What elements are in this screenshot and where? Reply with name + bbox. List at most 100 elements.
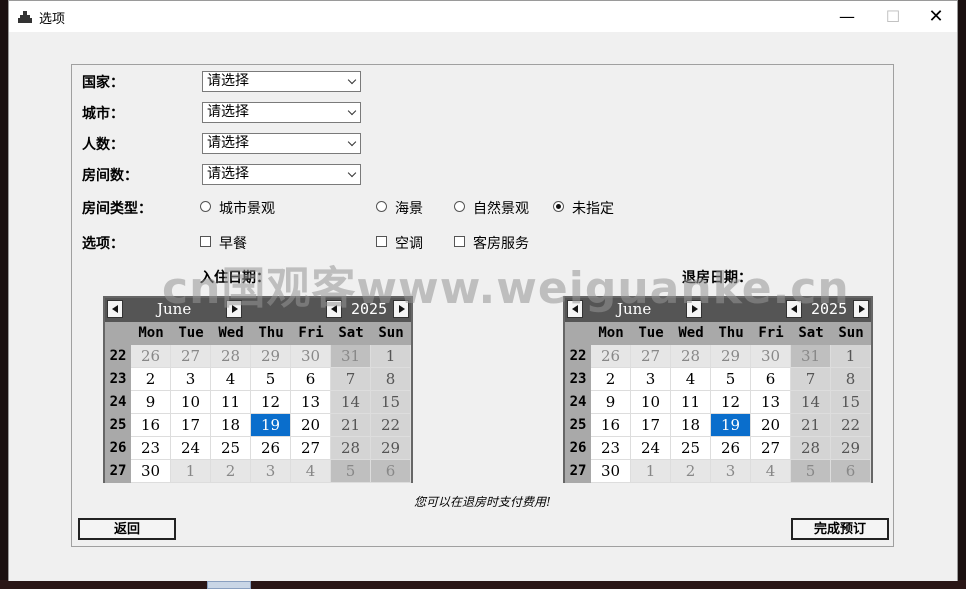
calendar-day[interactable]: 30 xyxy=(751,345,791,368)
calendar-day[interactable]: 4 xyxy=(671,368,711,391)
calendar-day[interactable]: 22 xyxy=(371,414,411,437)
checkbox-air-conditioning[interactable] xyxy=(376,236,387,247)
calendar-day[interactable]: 26 xyxy=(131,345,171,368)
back-button[interactable]: 返回 xyxy=(78,518,176,540)
calendar-day[interactable]: 3 xyxy=(171,368,211,391)
country-select[interactable]: 请选择 xyxy=(202,71,361,92)
calendar-day[interactable]: 27 xyxy=(751,437,791,460)
calendar-day[interactable]: 2 xyxy=(211,460,251,483)
calendar-day[interactable]: 11 xyxy=(211,391,251,414)
calendar-day[interactable]: 1 xyxy=(831,345,871,368)
calendar-day[interactable]: 26 xyxy=(711,437,751,460)
calendar-day[interactable]: 14 xyxy=(791,391,831,414)
calendar-day[interactable]: 9 xyxy=(131,391,171,414)
calendar-day[interactable]: 28 xyxy=(671,345,711,368)
calendar-day[interactable]: 11 xyxy=(671,391,711,414)
radio-nature-view[interactable] xyxy=(454,201,465,212)
calendar-day[interactable]: 2 xyxy=(591,368,631,391)
calendar-day[interactable]: 1 xyxy=(371,345,411,368)
calendar-day[interactable]: 28 xyxy=(331,437,371,460)
calendar-day[interactable]: 29 xyxy=(711,345,751,368)
rooms-select[interactable]: 请选择 xyxy=(202,164,361,185)
calendar-day[interactable]: 27 xyxy=(171,345,211,368)
checkin-calendar[interactable]: June 2025 Mon Tue Wed Thu Fri Sat Sun 22 26 27 28 2… xyxy=(103,296,413,483)
calendar-day[interactable]: 5 xyxy=(791,460,831,483)
calendar-day[interactable]: 30 xyxy=(291,345,331,368)
calendar-day[interactable]: 28 xyxy=(211,345,251,368)
calendar-day[interactable]: 13 xyxy=(751,391,791,414)
calendar-day[interactable]: 27 xyxy=(631,345,671,368)
calendar-day[interactable]: 14 xyxy=(331,391,371,414)
maximize-button[interactable]: ☐ xyxy=(870,1,916,32)
next-year-button[interactable] xyxy=(853,300,869,318)
calendar-day[interactable]: 29 xyxy=(371,437,411,460)
checkbox-room-service[interactable] xyxy=(454,236,465,247)
calendar-day[interactable]: 3 xyxy=(631,368,671,391)
checkbox-breakfast[interactable] xyxy=(200,236,211,247)
calendar-day[interactable]: 19 xyxy=(711,414,751,437)
calendar-day[interactable]: 13 xyxy=(291,391,331,414)
calendar-day[interactable]: 8 xyxy=(831,368,871,391)
calendar-day[interactable]: 28 xyxy=(791,437,831,460)
calendar-day[interactable]: 10 xyxy=(631,391,671,414)
people-select[interactable]: 请选择 xyxy=(202,133,361,154)
calendar-day[interactable]: 5 xyxy=(331,460,371,483)
calendar-day[interactable]: 4 xyxy=(291,460,331,483)
calendar-day[interactable]: 24 xyxy=(631,437,671,460)
checkout-calendar[interactable]: June 2025 Mon Tue Wed Thu Fri Sat Sun 22 26 27 28 2… xyxy=(563,296,873,483)
radio-sea-view[interactable] xyxy=(376,201,387,212)
radio-unspecified[interactable] xyxy=(553,201,564,212)
calendar-day[interactable]: 12 xyxy=(711,391,751,414)
calendar-day[interactable]: 21 xyxy=(791,414,831,437)
calendar-day[interactable]: 23 xyxy=(131,437,171,460)
calendar-day[interactable]: 21 xyxy=(331,414,371,437)
calendar-day[interactable]: 3 xyxy=(711,460,751,483)
calendar-day[interactable]: 6 xyxy=(751,368,791,391)
finish-booking-button[interactable]: 完成预订 xyxy=(791,518,889,540)
calendar-day[interactable]: 12 xyxy=(251,391,291,414)
calendar-day[interactable]: 19 xyxy=(251,414,291,437)
calendar-day[interactable]: 6 xyxy=(291,368,331,391)
calendar-day[interactable]: 24 xyxy=(171,437,211,460)
calendar-day[interactable]: 20 xyxy=(751,414,791,437)
calendar-day[interactable]: 15 xyxy=(371,391,411,414)
calendar-day[interactable]: 16 xyxy=(591,414,631,437)
calendar-day[interactable]: 7 xyxy=(791,368,831,391)
calendar-day[interactable]: 5 xyxy=(711,368,751,391)
calendar-day[interactable]: 8 xyxy=(371,368,411,391)
calendar-day[interactable]: 1 xyxy=(171,460,211,483)
calendar-day[interactable]: 18 xyxy=(211,414,251,437)
close-button[interactable]: ✕ xyxy=(913,1,959,32)
calendar-day[interactable]: 29 xyxy=(251,345,291,368)
prev-month-button[interactable] xyxy=(107,300,123,318)
calendar-day[interactable]: 5 xyxy=(251,368,291,391)
calendar-day[interactable]: 25 xyxy=(671,437,711,460)
calendar-day[interactable]: 20 xyxy=(291,414,331,437)
calendar-day[interactable]: 17 xyxy=(171,414,211,437)
calendar-day[interactable]: 7 xyxy=(331,368,371,391)
calendar-day[interactable]: 26 xyxy=(591,345,631,368)
city-select[interactable]: 请选择 xyxy=(202,102,361,123)
calendar-day[interactable]: 6 xyxy=(371,460,411,483)
calendar-day[interactable]: 2 xyxy=(131,368,171,391)
calendar-day[interactable]: 2 xyxy=(671,460,711,483)
calendar-day[interactable]: 22 xyxy=(831,414,871,437)
calendar-day[interactable]: 29 xyxy=(831,437,871,460)
calendar-day[interactable]: 18 xyxy=(671,414,711,437)
calendar-day[interactable]: 30 xyxy=(131,460,171,483)
calendar-day[interactable]: 25 xyxy=(211,437,251,460)
calendar-day[interactable]: 16 xyxy=(131,414,171,437)
calendar-day[interactable]: 30 xyxy=(591,460,631,483)
calendar-day[interactable]: 31 xyxy=(331,345,371,368)
calendar-day[interactable]: 4 xyxy=(211,368,251,391)
calendar-day[interactable]: 4 xyxy=(751,460,791,483)
calendar-day[interactable]: 1 xyxy=(631,460,671,483)
calendar-day[interactable]: 31 xyxy=(791,345,831,368)
calendar-day[interactable]: 10 xyxy=(171,391,211,414)
calendar-day[interactable]: 26 xyxy=(251,437,291,460)
calendar-day[interactable]: 9 xyxy=(591,391,631,414)
calendar-day[interactable]: 27 xyxy=(291,437,331,460)
calendar-day[interactable]: 6 xyxy=(831,460,871,483)
calendar-day[interactable]: 15 xyxy=(831,391,871,414)
calendar-day[interactable]: 17 xyxy=(631,414,671,437)
